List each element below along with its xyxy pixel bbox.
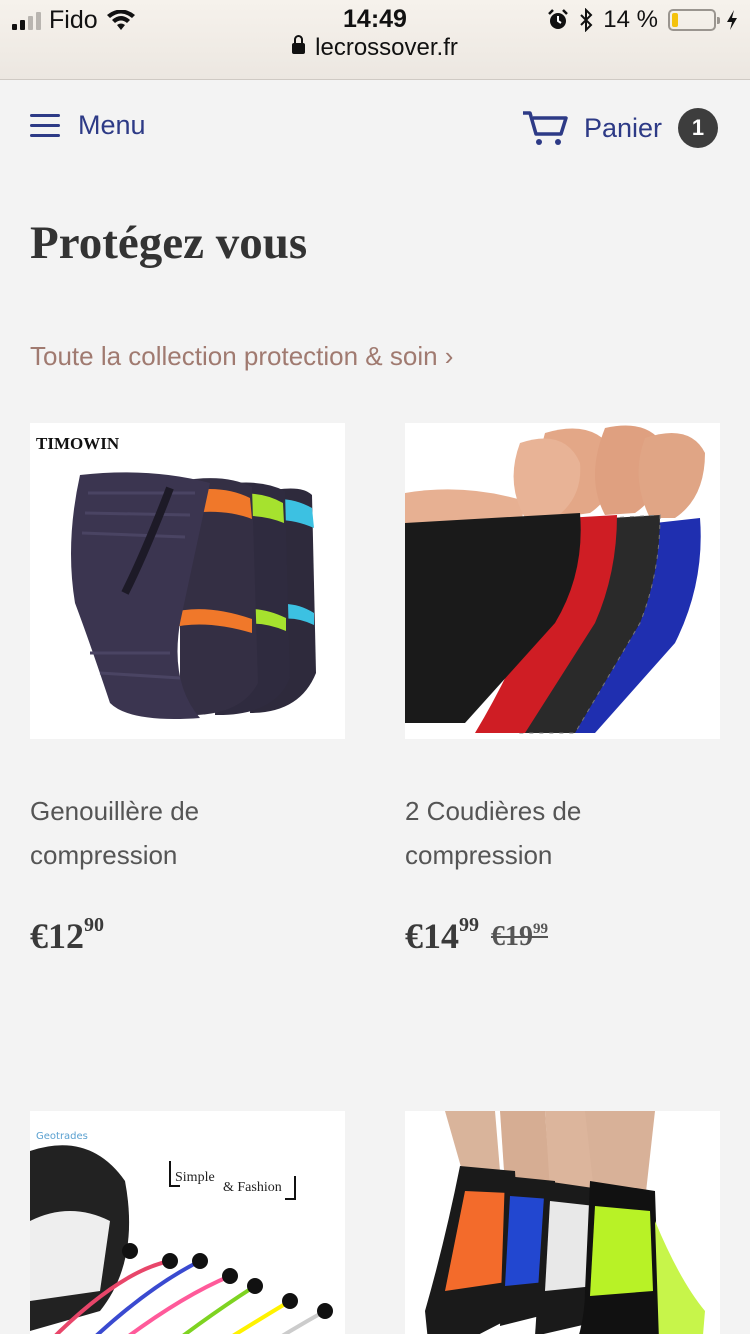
image-text-fashion: & Fashion [223, 1180, 282, 1195]
image-brand-text: TIMOWIN [36, 434, 120, 453]
hamburger-icon [30, 113, 60, 138]
status-bar: Fido 14:49 lecrossover.fr 14 % [0, 0, 750, 80]
product-image-ankle-sleeves[interactable] [405, 1111, 720, 1334]
product-card[interactable]: TIMOWIN Genouillère de compression €1290 [30, 423, 345, 957]
compare-at-price: €1999 [491, 920, 548, 952]
product-name[interactable]: Genouillère de compression [30, 789, 330, 877]
cart-label: Panier [583, 112, 662, 143]
site-header: Menu Panier 1 [0, 80, 750, 176]
product-card[interactable]: 2 Coudières de compression €1499 €1999 [405, 423, 720, 957]
price-amount: €1499 [405, 914, 479, 956]
battery-level [672, 13, 678, 27]
cart-count-badge: 1 [678, 108, 718, 148]
product-card[interactable] [405, 1111, 720, 1334]
page-title: Protégez vous [30, 217, 308, 269]
collection-link[interactable]: Toute la collection protection & soin › [30, 341, 453, 372]
product-price: €1290 [30, 914, 345, 957]
product-image-arm-sleeves[interactable] [405, 423, 720, 739]
menu-label: Menu [78, 110, 146, 140]
product-card[interactable]: Geotrades Simple & Fashion [30, 1111, 345, 1334]
lock-icon [292, 35, 306, 54]
cart-button[interactable]: Panier 1 [522, 108, 718, 148]
url-text: lecrossover.fr [315, 34, 458, 61]
alarm-icon [548, 9, 569, 29]
price-amount: €1290 [30, 914, 104, 956]
cart-icon [522, 111, 568, 145]
product-image-shoelaces[interactable]: Geotrades Simple & Fashion [30, 1111, 345, 1334]
product-price: €1499 €1999 [405, 914, 720, 957]
bluetooth-icon [580, 8, 593, 32]
image-watermark: Geotrades [36, 1131, 88, 1142]
product-image-knee-sleeve[interactable]: TIMOWIN [30, 423, 345, 739]
charging-icon [727, 10, 737, 30]
image-text-simple: Simple [175, 1170, 215, 1185]
status-right: 14 % [547, 6, 738, 34]
menu-button[interactable]: Menu [30, 110, 146, 141]
product-name[interactable]: 2 Coudières de compression [405, 789, 705, 877]
battery-icon [668, 9, 720, 31]
address-bar[interactable]: lecrossover.fr [0, 34, 750, 62]
battery-percent: 14 % [603, 6, 658, 33]
